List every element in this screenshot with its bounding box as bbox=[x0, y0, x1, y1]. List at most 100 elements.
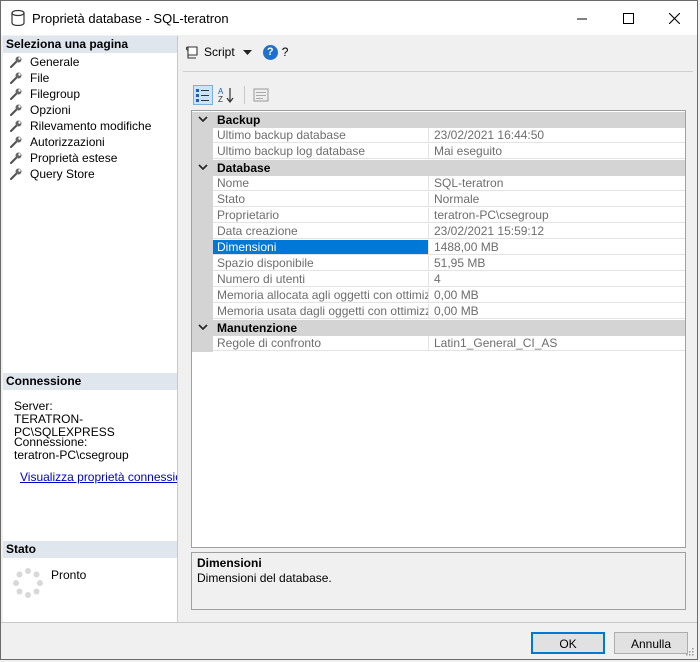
page-item-label: Generale bbox=[30, 55, 80, 69]
maximize-button[interactable] bbox=[605, 1, 651, 35]
property-row[interactable]: Ultimo backup log database Mai eseguito bbox=[192, 144, 685, 160]
row-gutter bbox=[192, 272, 213, 288]
minimize-icon bbox=[576, 18, 587, 19]
page-item-generale[interactable]: Generale bbox=[3, 54, 177, 70]
chevron-down-icon[interactable] bbox=[198, 114, 208, 124]
property-row[interactable]: Regole di confronto Latin1_General_CI_AS bbox=[192, 336, 685, 352]
property-row[interactable]: Stato Normale bbox=[192, 192, 685, 208]
status-header: Stato bbox=[3, 541, 177, 558]
row-gutter bbox=[192, 256, 213, 272]
page-item-label: File bbox=[30, 71, 50, 85]
footer-separator bbox=[1, 622, 697, 623]
property-value: 0,00 MB bbox=[429, 304, 685, 319]
property-name: Regole di confronto bbox=[213, 336, 429, 351]
server-info: Server: TERATRON-PC\SQLEXPRESS bbox=[14, 400, 177, 439]
property-name: Proprietario bbox=[213, 208, 429, 223]
connection-properties-link-row: Visualizza proprietà connessione bbox=[12, 470, 177, 484]
property-row[interactable]: Nome SQL-teratron bbox=[192, 176, 685, 192]
script-button[interactable]: Script bbox=[185, 45, 235, 60]
help-icon[interactable]: ? bbox=[262, 44, 278, 60]
window-title: Proprietà database - SQL-teratron bbox=[32, 11, 229, 26]
page-item-label: Proprietà estese bbox=[30, 151, 118, 165]
property-grid: Backup Ultimo backup database 23/02/2021… bbox=[191, 110, 686, 548]
property-value: 0,00 MB bbox=[429, 288, 685, 303]
page-item-rilevamento-modifiche[interactable]: Rilevamento modifiche bbox=[3, 118, 177, 134]
description-pane: Dimensioni Dimensioni del database. bbox=[191, 552, 686, 610]
page-item-query-store[interactable]: Query Store bbox=[3, 166, 177, 182]
category-backup[interactable]: Backup bbox=[192, 112, 685, 128]
property-value: Mai eseguito bbox=[429, 144, 685, 159]
title-bar: Proprietà database - SQL-teratron bbox=[1, 1, 697, 35]
page-item-label: Opzioni bbox=[30, 103, 71, 117]
page-item-opzioni[interactable]: Opzioni bbox=[3, 102, 177, 118]
property-row-selected[interactable]: Dimensioni 1488,00 MB bbox=[192, 240, 685, 256]
page-item-autorizzazioni[interactable]: Autorizzazioni bbox=[3, 134, 177, 150]
categorized-icon bbox=[196, 89, 209, 102]
property-row[interactable]: Memoria usata dagli oggetti con ottimizz… bbox=[192, 304, 685, 320]
property-row[interactable]: Numero di utenti 4 bbox=[192, 272, 685, 288]
dropdown-caret-icon[interactable] bbox=[242, 49, 252, 55]
toolbar-divider bbox=[244, 86, 245, 104]
category-database[interactable]: Database bbox=[192, 160, 685, 176]
page-item-proprieta-estese[interactable]: Proprietà estese bbox=[3, 150, 177, 166]
row-gutter bbox=[192, 208, 213, 224]
property-value: SQL-teratron bbox=[429, 176, 685, 191]
wrench-icon bbox=[9, 136, 22, 149]
resize-grip-icon[interactable] bbox=[684, 646, 694, 656]
page-item-filegroup[interactable]: Filegroup bbox=[3, 86, 177, 102]
row-gutter bbox=[192, 304, 213, 320]
property-row[interactable]: Ultimo backup database 23/02/2021 16:44:… bbox=[192, 128, 685, 144]
chevron-down-icon[interactable] bbox=[198, 322, 208, 332]
left-pane: Seleziona una pagina Generale File Fileg… bbox=[3, 36, 178, 622]
ok-button[interactable]: OK bbox=[531, 632, 605, 654]
connection-info: Connessione: teratron-PC\csegroup bbox=[14, 436, 129, 462]
property-value: 23/02/2021 15:59:12 bbox=[429, 224, 685, 239]
page-item-label: Query Store bbox=[30, 167, 95, 181]
connection-header: Connessione bbox=[3, 373, 177, 390]
property-name: Data creazione bbox=[213, 224, 429, 239]
category-manutenzione[interactable]: Manutenzione bbox=[192, 320, 685, 336]
chevron-down-icon[interactable] bbox=[198, 162, 208, 172]
property-pages-button[interactable] bbox=[251, 85, 271, 105]
categorized-button[interactable] bbox=[193, 85, 213, 105]
property-row[interactable]: Data creazione 23/02/2021 15:59:12 bbox=[192, 224, 685, 240]
script-icon bbox=[185, 45, 198, 59]
row-gutter bbox=[192, 224, 213, 240]
property-name: Nome bbox=[213, 176, 429, 191]
page-item-label: Filegroup bbox=[30, 87, 81, 101]
property-name: Memoria usata dagli oggetti con ottimizz… bbox=[213, 304, 429, 319]
page-list: Generale File Filegroup Opzioni Rilevame… bbox=[3, 54, 177, 182]
database-icon bbox=[11, 10, 25, 26]
property-name: Ultimo backup database bbox=[213, 128, 429, 143]
page-item-file[interactable]: File bbox=[3, 70, 177, 86]
property-value: 4 bbox=[429, 272, 685, 287]
property-row[interactable]: Spazio disponibile 51,95 MB bbox=[192, 256, 685, 272]
category-label: Backup bbox=[217, 113, 261, 127]
wrench-icon bbox=[9, 88, 22, 101]
category-label: Manutenzione bbox=[217, 321, 297, 335]
close-icon bbox=[668, 12, 680, 24]
alphabetical-button[interactable]: A Z bbox=[216, 85, 236, 105]
wrench-icon bbox=[9, 56, 22, 69]
wrench-icon bbox=[9, 72, 22, 85]
row-gutter bbox=[192, 176, 213, 192]
property-row[interactable]: Memoria allocata agli oggetti con ottimi… bbox=[192, 288, 685, 304]
minimize-button[interactable] bbox=[559, 1, 605, 35]
property-value: teratron-PC\csegroup bbox=[429, 208, 685, 223]
sort-alphabetical-icon: A Z bbox=[218, 87, 234, 104]
wrench-icon bbox=[9, 120, 22, 133]
property-row[interactable]: Proprietario teratron-PC\csegroup bbox=[192, 208, 685, 224]
cancel-button[interactable]: Annulla bbox=[614, 632, 688, 654]
property-value: Normale bbox=[429, 192, 685, 207]
property-value: 51,95 MB bbox=[429, 256, 685, 271]
description-title: Dimensioni bbox=[197, 556, 262, 570]
help-label[interactable]: ? bbox=[282, 45, 289, 59]
wrench-icon bbox=[9, 168, 22, 181]
property-value: 1488,00 MB bbox=[429, 240, 685, 255]
connection-properties-link[interactable]: Visualizza proprietà connessione bbox=[20, 470, 177, 484]
property-value: Latin1_General_CI_AS bbox=[429, 336, 685, 351]
close-button[interactable] bbox=[651, 1, 697, 35]
page-item-label: Rilevamento modifiche bbox=[30, 119, 152, 133]
progress-spinner-icon bbox=[13, 568, 43, 598]
wrench-icon bbox=[9, 104, 22, 117]
